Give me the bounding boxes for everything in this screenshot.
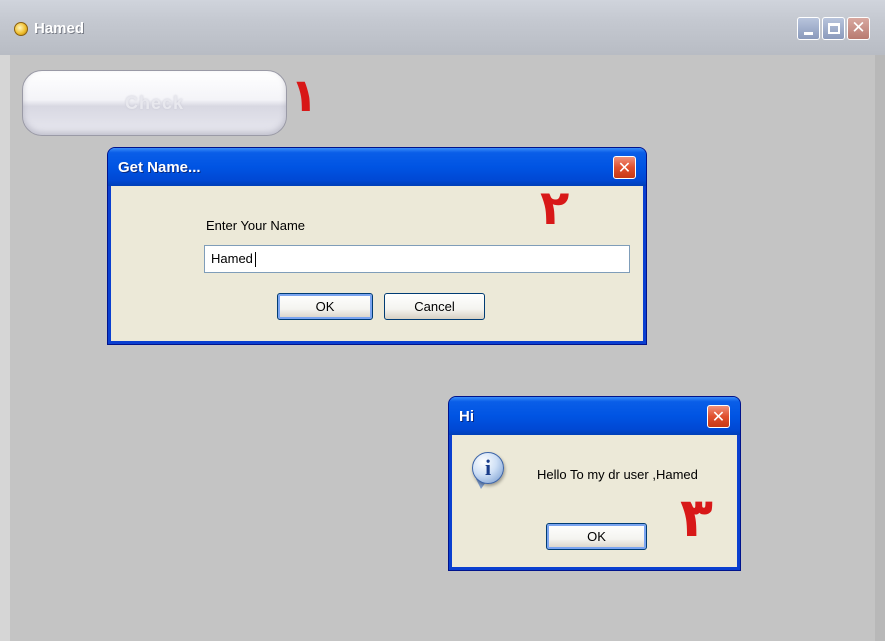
window-right-border	[875, 55, 885, 641]
maximize-icon	[828, 23, 840, 34]
hi-close-button[interactable]: ✕	[707, 405, 730, 428]
app-icon	[14, 22, 28, 36]
close-window-button[interactable]: ✕	[847, 17, 870, 40]
check-button[interactable]: Check	[22, 70, 287, 136]
main-titlebar[interactable]: Hamed ✕	[0, 0, 885, 55]
close-icon: ✕	[617, 158, 632, 177]
enter-name-label: Enter Your Name	[206, 218, 306, 233]
close-icon: ✕	[851, 18, 866, 38]
close-icon: ✕	[711, 407, 726, 426]
hi-titlebar[interactable]: Hi ✕	[449, 397, 740, 435]
get-name-close-button[interactable]: ✕	[613, 156, 636, 179]
ok-button[interactable]: OK	[277, 293, 373, 320]
info-icon: i	[472, 452, 504, 484]
main-window-title: Hamed	[34, 20, 85, 37]
get-name-dialog: Get Name... ✕ Enter Your Name Hamed OK C…	[108, 148, 646, 344]
cancel-button[interactable]: Cancel	[384, 293, 485, 320]
step-1-annotation: ١	[290, 68, 319, 122]
minimize-icon	[804, 32, 813, 35]
hi-dialog-title: Hi	[459, 408, 474, 425]
main-client-area	[10, 55, 875, 635]
hi-ok-button[interactable]: OK	[546, 523, 647, 550]
maximize-button[interactable]	[822, 17, 845, 40]
name-input[interactable]: Hamed	[204, 245, 630, 273]
get-name-dialog-title: Get Name...	[118, 159, 201, 176]
check-button-label: Check	[124, 93, 185, 113]
main-window: Hamed ✕ Check ١ Get Name... ✕ Enter Your…	[0, 0, 885, 641]
minimize-button[interactable]	[797, 17, 820, 40]
hi-message: Hello To my dr user ,Hamed	[537, 467, 698, 482]
step-3-annotation: ٣	[680, 486, 713, 549]
window-left-border	[0, 55, 10, 641]
text-caret	[254, 252, 256, 268]
step-2-annotation: ٢	[540, 180, 570, 236]
name-input-value: Hamed	[211, 251, 253, 266]
